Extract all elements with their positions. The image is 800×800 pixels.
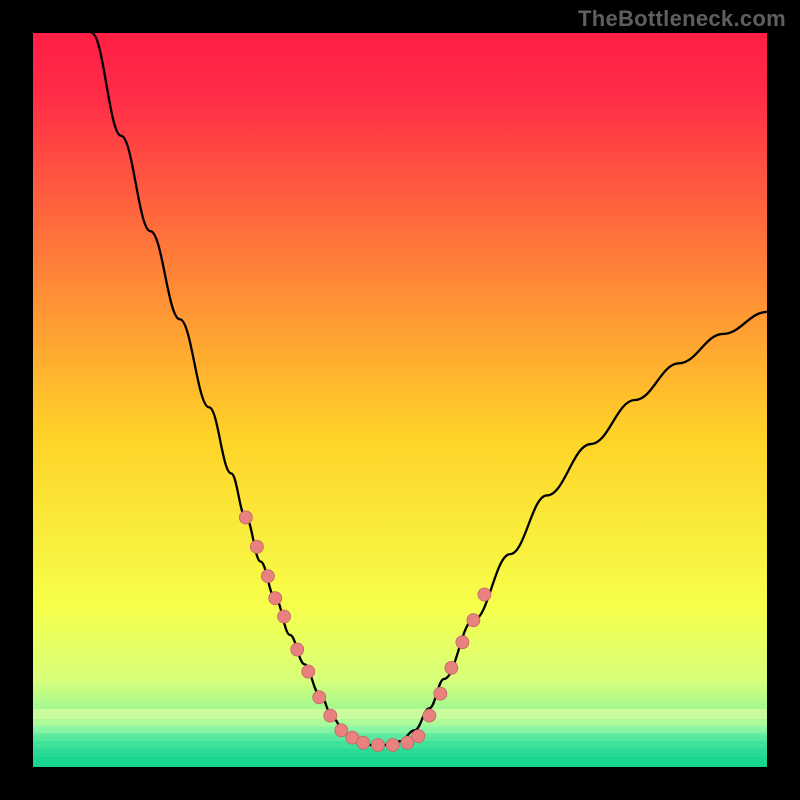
highlight-dot	[371, 738, 384, 751]
highlight-dot	[467, 614, 480, 627]
watermark-text: TheBottleneck.com	[578, 6, 786, 32]
chart-plot-area	[33, 33, 767, 767]
chart-svg	[33, 33, 767, 767]
highlight-dot	[239, 511, 252, 524]
highlight-dot	[386, 738, 399, 751]
highlight-dot	[269, 592, 282, 605]
chart-frame: TheBottleneck.com	[0, 0, 800, 800]
highlight-dot	[261, 570, 274, 583]
highlight-dot	[357, 736, 370, 749]
highlight-dot	[302, 665, 315, 678]
highlight-dot	[445, 661, 458, 674]
highlight-dot	[291, 643, 304, 656]
gradient-background	[33, 33, 767, 767]
highlight-dot	[434, 687, 447, 700]
highlight-dot	[423, 709, 436, 722]
highlight-dot	[478, 588, 491, 601]
highlight-dot	[456, 636, 469, 649]
highlight-dot	[412, 730, 425, 743]
highlight-dot	[278, 610, 291, 623]
highlight-dot	[313, 691, 326, 704]
highlight-dot	[335, 724, 348, 737]
highlight-dot	[250, 540, 263, 553]
highlight-dot	[324, 709, 337, 722]
